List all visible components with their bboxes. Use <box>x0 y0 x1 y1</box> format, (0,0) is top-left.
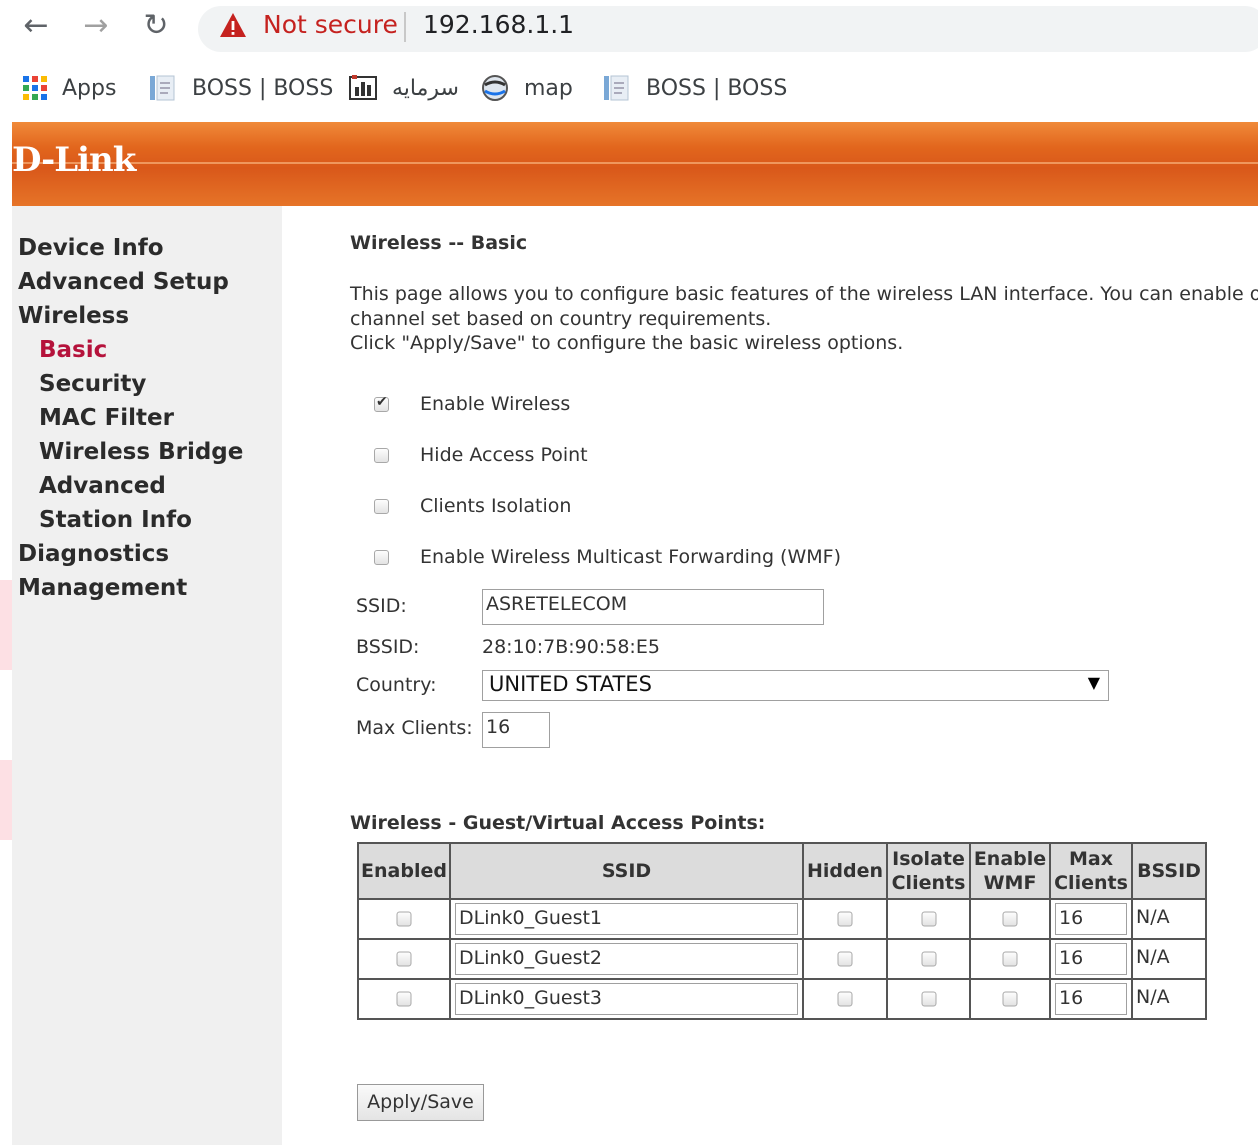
table-row: DLink0_Guest1 16 N/A <box>357 898 1207 940</box>
column-header: Enabled <box>357 842 451 900</box>
country-label: Country: <box>356 674 437 696</box>
omnibox-divider <box>404 12 406 42</box>
enable-wmf-checkbox[interactable] <box>374 550 389 565</box>
security-status[interactable]: Not secure <box>263 10 398 39</box>
guest-ap-title: Wireless - Guest/Virtual Access Points: <box>350 812 766 834</box>
guest-wmf-checkbox[interactable] <box>1002 951 1018 967</box>
bookmark-label: Apps <box>62 75 117 101</box>
country-select[interactable]: UNITED STATES ▼ <box>482 670 1109 701</box>
page-icon <box>604 75 629 101</box>
bookmark-label: BOSS | BOSS <box>192 75 334 101</box>
guest-enabled-checkbox[interactable] <box>396 911 412 927</box>
url-text[interactable]: 192.168.1.1 <box>423 10 574 39</box>
guest-max-clients-input[interactable]: 16 <box>1055 983 1127 1015</box>
sidebar-item-station-info[interactable]: Station Info <box>39 507 192 533</box>
sidebar-menu: Device Info Advanced Setup Wireless Basi… <box>12 206 282 1145</box>
sidebar-item-advanced[interactable]: Advanced <box>39 473 166 499</box>
bookmark-boss-2[interactable]: BOSS | BOSS <box>602 70 787 106</box>
apps-grid-icon <box>23 76 47 100</box>
guest-ssid-input[interactable]: DLink0_Guest2 <box>455 943 798 975</box>
bookmark-sarmaye[interactable]: سرمایه <box>348 70 459 106</box>
enable-wireless-label: Enable Wireless <box>420 393 571 415</box>
guest-bssid: N/A <box>1136 946 1170 968</box>
column-header: Max Clients <box>1049 842 1133 900</box>
sidebar-item-mac-filter[interactable]: MAC Filter <box>39 405 174 431</box>
guest-wmf-checkbox[interactable] <box>1002 911 1018 927</box>
bookmarks-bar: Apps BOSS | BOSS سرمایه map BOSS | BOSS <box>0 60 1258 116</box>
sidebar-item-management[interactable]: Management <box>18 575 187 601</box>
header-stripe <box>12 162 1258 164</box>
sidebar-item-wireless[interactable]: Wireless <box>18 303 129 329</box>
bookmark-label: BOSS | BOSS <box>646 75 788 101</box>
decorative-edge <box>0 580 12 670</box>
enable-wireless-checkbox[interactable] <box>374 394 389 412</box>
sidebar-item-advanced-setup[interactable]: Advanced Setup <box>18 269 229 295</box>
enable-wmf-label: Enable Wireless Multicast Forwarding (WM… <box>420 546 841 568</box>
apply-save-button[interactable]: Apply/Save <box>357 1084 484 1121</box>
guest-ap-table: Enabled SSID Hidden Isolate Clients Enabl… <box>357 842 1207 1020</box>
guest-ssid-input[interactable]: DLink0_Guest3 <box>455 983 798 1015</box>
table-row: DLink0_Guest2 16 N/A <box>357 938 1207 980</box>
column-header: BSSID <box>1131 842 1207 900</box>
chart-icon <box>349 75 377 100</box>
bookmark-boss-1[interactable]: BOSS | BOSS <box>148 70 333 106</box>
guest-max-clients-input[interactable]: 16 <box>1055 943 1127 975</box>
max-clients-label: Max Clients: <box>356 717 473 739</box>
bookmark-label: map <box>524 75 573 101</box>
decorative-edge <box>0 760 12 840</box>
guest-bssid: N/A <box>1136 906 1170 928</box>
column-header: Hidden <box>802 842 888 900</box>
dlink-logo: D-Link <box>12 140 136 180</box>
sidebar-item-basic[interactable]: Basic <box>39 337 107 363</box>
warning-triangle-icon <box>220 13 246 37</box>
hide-access-point-label: Hide Access Point <box>420 444 588 466</box>
max-clients-input[interactable]: 16 <box>482 712 550 748</box>
dropdown-arrow-icon: ▼ <box>1087 673 1100 692</box>
sidebar-item-wireless-bridge[interactable]: Wireless Bridge <box>39 439 243 465</box>
guest-ssid-input[interactable]: DLink0_Guest1 <box>455 903 798 935</box>
guest-max-clients-input[interactable]: 16 <box>1055 903 1127 935</box>
bookmark-map[interactable]: map <box>480 70 573 106</box>
guest-hidden-checkbox[interactable] <box>837 991 853 1007</box>
dlink-header: D-Link <box>12 122 1258 206</box>
guest-isolate-checkbox[interactable] <box>921 951 936 967</box>
guest-isolate-checkbox[interactable] <box>921 911 936 927</box>
clients-isolation-label: Clients Isolation <box>420 495 572 517</box>
guest-enabled-checkbox[interactable] <box>396 951 412 967</box>
forward-arrow-icon[interactable]: → <box>78 8 114 44</box>
guest-enabled-checkbox[interactable] <box>396 991 412 1007</box>
page-description: This page allows you to configure basic … <box>350 282 1258 356</box>
column-header: Enable WMF <box>969 842 1051 900</box>
ssid-label: SSID: <box>356 595 407 617</box>
bookmark-label: سرمایه <box>392 75 459 101</box>
map-icon <box>482 75 508 101</box>
browser-toolbar: ← → ↻ Not secure 192.168.1.1 <box>0 0 1258 56</box>
guest-wmf-checkbox[interactable] <box>1002 991 1018 1007</box>
column-header: SSID <box>449 842 804 900</box>
bssid-value: 28:10:7B:90:58:E5 <box>482 636 660 658</box>
country-selected-value: UNITED STATES <box>489 672 652 696</box>
clients-isolation-checkbox[interactable] <box>374 499 389 514</box>
page-icon <box>150 75 175 101</box>
guest-bssid: N/A <box>1136 986 1170 1008</box>
description-line: Click "Apply/Save" to configure the basi… <box>350 332 904 354</box>
page-title: Wireless -- Basic <box>350 232 528 254</box>
sidebar-item-security[interactable]: Security <box>39 371 146 397</box>
back-arrow-icon[interactable]: ← <box>18 8 54 44</box>
description-line: channel set based on country requirement… <box>350 307 772 330</box>
hide-access-point-checkbox[interactable] <box>374 448 389 463</box>
sidebar-item-device-info[interactable]: Device Info <box>18 235 164 261</box>
sidebar-item-diagnostics[interactable]: Diagnostics <box>18 541 169 567</box>
guest-hidden-checkbox[interactable] <box>837 911 853 927</box>
bookmark-apps[interactable]: Apps <box>22 70 116 106</box>
column-header: Isolate Clients <box>886 842 971 900</box>
bssid-label: BSSID: <box>356 636 420 658</box>
ssid-input[interactable]: ASRETELECOM <box>482 589 824 625</box>
guest-hidden-checkbox[interactable] <box>837 951 853 967</box>
description-line: This page allows you to configure basic … <box>350 283 1258 305</box>
guest-isolate-checkbox[interactable] <box>921 991 936 1007</box>
table-row: DLink0_Guest3 16 N/A <box>357 978 1207 1020</box>
reload-icon[interactable]: ↻ <box>138 8 174 44</box>
